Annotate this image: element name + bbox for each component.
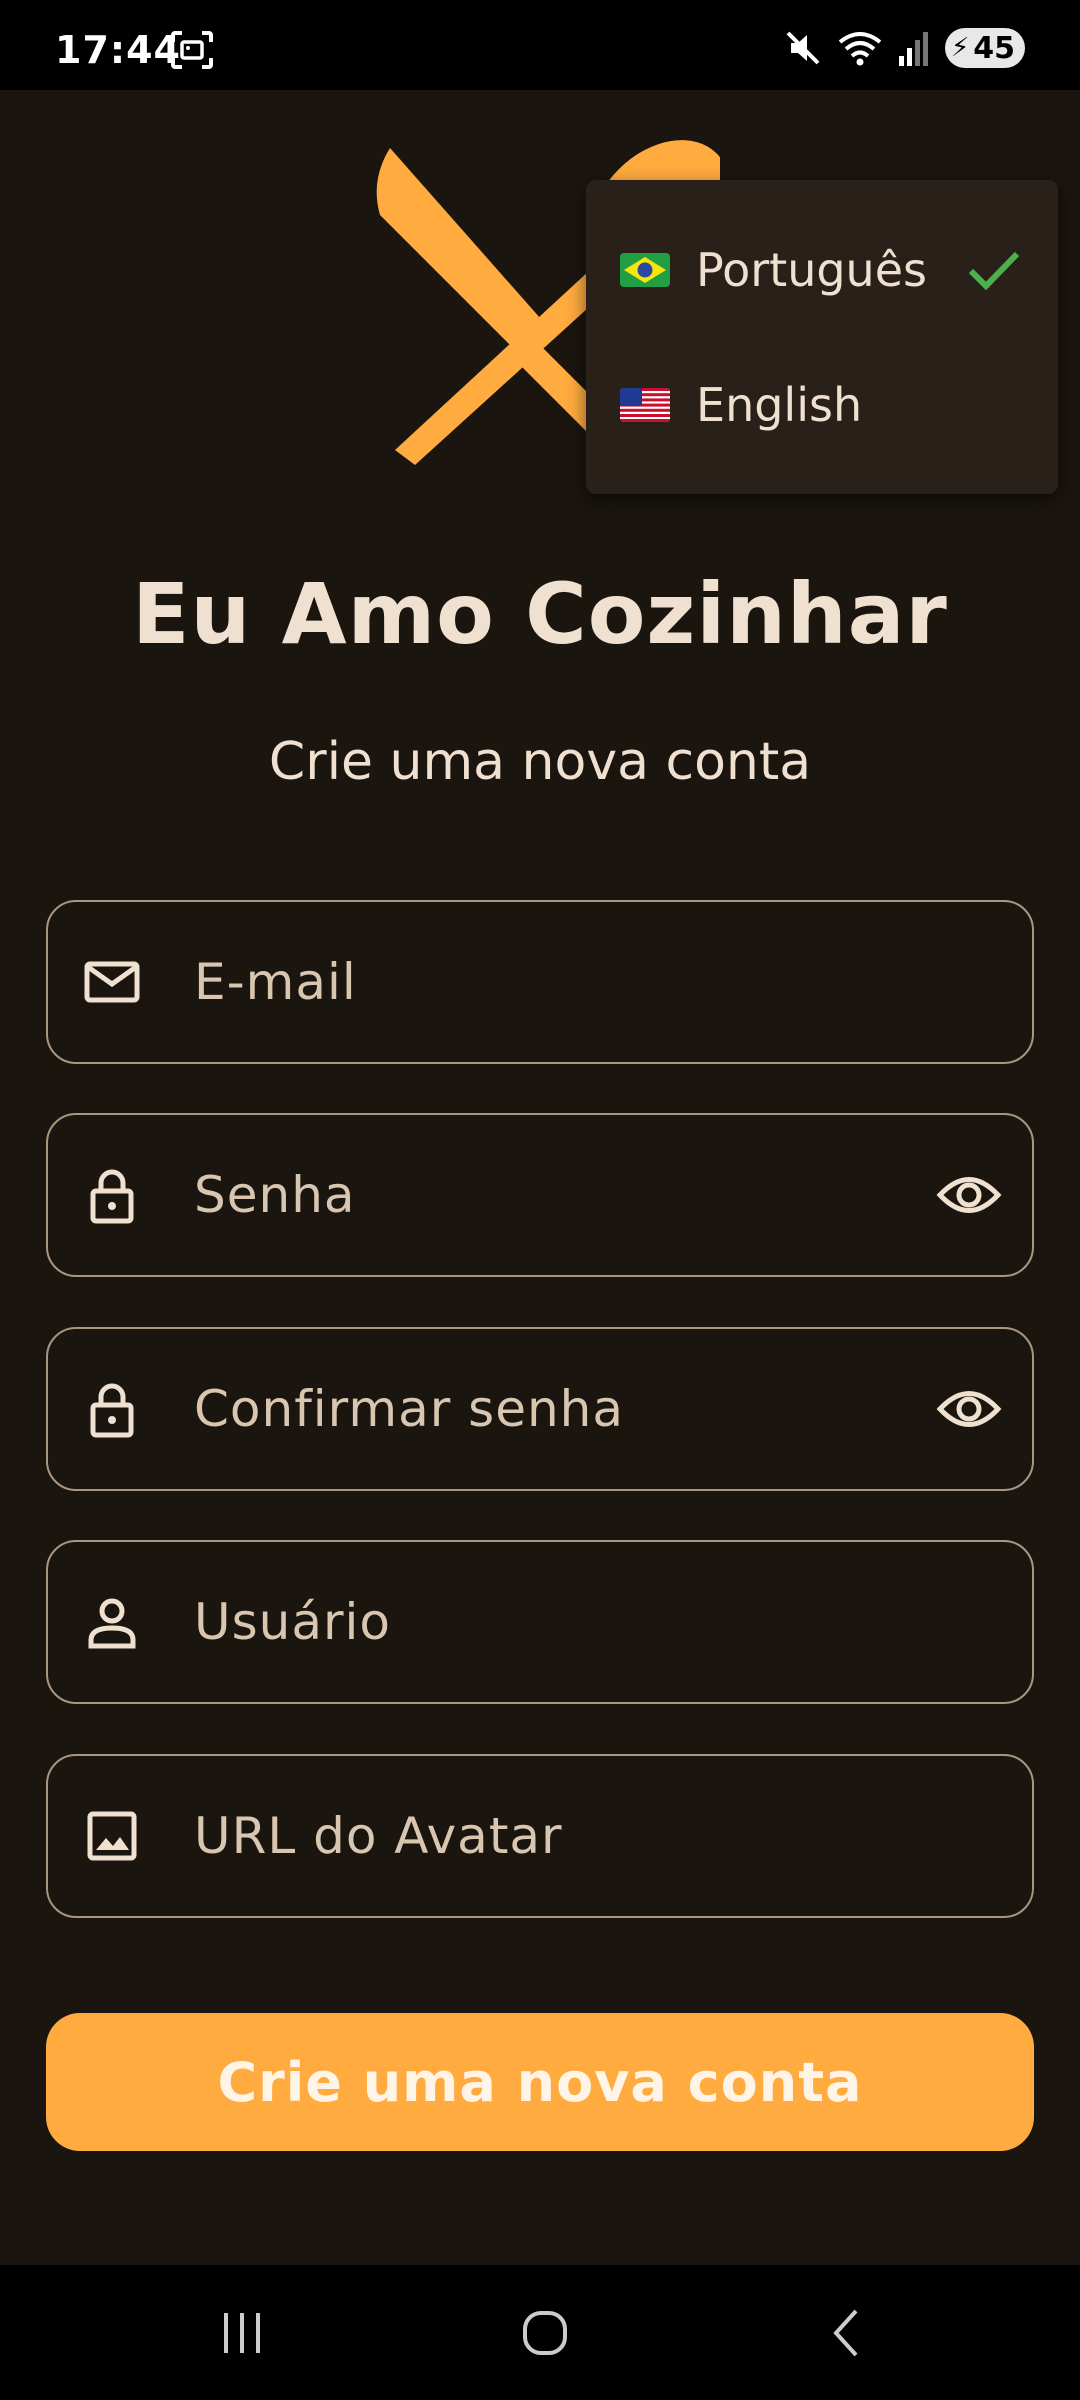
back-icon[interactable]: [808, 2293, 888, 2373]
status-icons: ⚡ 45: [783, 28, 1025, 68]
language-item-portuguese[interactable]: Português: [586, 210, 1058, 330]
status-time: 17:44: [55, 28, 181, 72]
confirm-password-placeholder: Confirmar senha: [194, 1380, 624, 1438]
system-nav-bar: [0, 2265, 1080, 2400]
mail-icon: [84, 961, 140, 1003]
home-icon[interactable]: [505, 2293, 585, 2373]
create-account-button[interactable]: Crie uma nova conta: [46, 2013, 1034, 2151]
avatar-url-field[interactable]: URL do Avatar: [46, 1754, 1034, 1918]
wifi-icon: [838, 32, 882, 66]
page-subtitle: Crie uma nova conta: [268, 732, 812, 792]
email-placeholder: E-mail: [194, 953, 357, 1011]
confirm-password-field[interactable]: Confirmar senha: [46, 1327, 1034, 1491]
language-menu: Português English: [586, 180, 1058, 494]
mute-icon: [786, 31, 820, 65]
username-field[interactable]: Usuário: [46, 1540, 1034, 1704]
battery-charging-icon: ⚡: [950, 33, 970, 63]
brazil-flag-icon: [620, 253, 670, 287]
email-field[interactable]: E-mail: [46, 900, 1034, 1064]
language-label-portuguese: Português: [696, 243, 927, 297]
person-icon: [88, 1598, 136, 1649]
recents-icon[interactable]: [202, 2293, 282, 2373]
avatar-url-placeholder: URL do Avatar: [194, 1807, 563, 1865]
lock-icon: [90, 1169, 134, 1224]
language-label-english: English: [696, 378, 863, 432]
signal-icon: [898, 32, 928, 66]
password-placeholder: Senha: [194, 1166, 356, 1224]
battery-indicator: ⚡ 45: [944, 28, 1025, 68]
eye-icon[interactable]: [936, 1384, 1002, 1434]
eye-icon[interactable]: [936, 1170, 1002, 1220]
check-icon: [968, 251, 1020, 291]
lock-icon: [90, 1383, 134, 1438]
app-title: Eu Amo Cozinhar: [132, 565, 948, 663]
screenshot-icon: [171, 31, 213, 69]
image-icon: [87, 1811, 137, 1861]
password-field[interactable]: Senha: [46, 1113, 1034, 1277]
status-bar: 17:44 ⚡ 45: [0, 0, 1080, 90]
battery-level: 45: [973, 30, 1015, 66]
usa-flag-icon: [620, 388, 670, 422]
username-placeholder: Usuário: [194, 1593, 392, 1651]
language-item-english[interactable]: English: [586, 345, 1058, 465]
